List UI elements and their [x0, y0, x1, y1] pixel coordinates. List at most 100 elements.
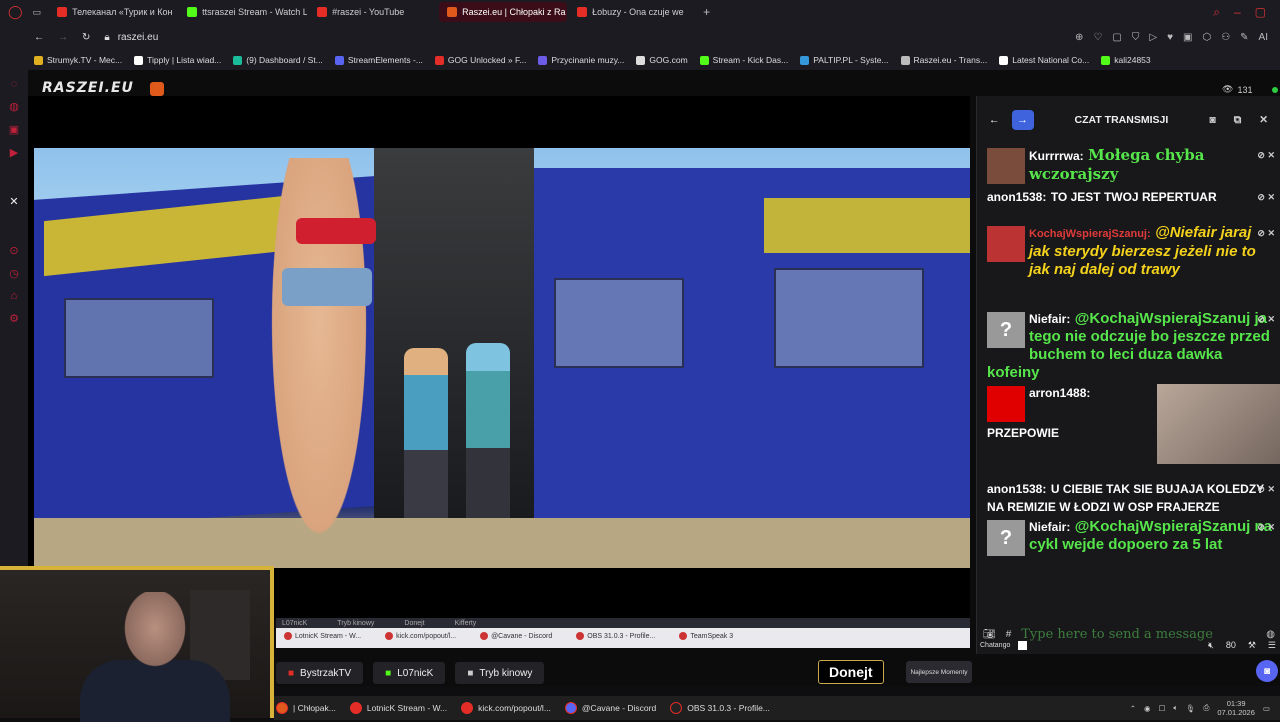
sidebar-history-icon[interactable]: ◷: [9, 267, 19, 280]
clock[interactable]: 01:39 07.01.2026: [1217, 699, 1255, 717]
reload-icon[interactable]: ↻: [82, 32, 90, 43]
chatango-label[interactable]: Chatango: [980, 642, 1010, 649]
tab-overview-icon[interactable]: ▭: [33, 7, 50, 18]
bookmark-item[interactable]: Latest National Co...: [999, 55, 1089, 65]
message-close-icon[interactable]: ⊘ ✕: [1257, 480, 1275, 498]
chat-image-embed[interactable]: [1157, 384, 1280, 464]
browser-tab[interactable]: ttsraszei Stream - Watch L: [179, 2, 307, 22]
viewer-count: 👁︎ 131: [1222, 84, 1252, 95]
chat-forward-button[interactable]: →: [1011, 110, 1034, 130]
back-icon[interactable]: ←: [34, 32, 44, 43]
message-close-icon[interactable]: ⊘ ✕: [1257, 224, 1275, 242]
chat-avatar[interactable]: ?: [987, 520, 1025, 556]
bookmark-item[interactable]: PALTIP.PL - Syste...: [800, 55, 889, 65]
menu-icon[interactable]: ☰: [1268, 640, 1276, 651]
shield-icon[interactable]: ⛉: [1132, 32, 1140, 43]
sidebar-pin-icon[interactable]: ⌂: [11, 290, 18, 302]
message-close-icon[interactable]: ⊘ ✕: [1257, 188, 1275, 206]
bookmark-item[interactable]: Strumyk.TV - Mec...: [34, 55, 122, 65]
chat-avatar[interactable]: [987, 226, 1025, 262]
popout-icon[interactable]: ⧉: [1234, 114, 1242, 127]
bookmark-item[interactable]: kali24853: [1101, 55, 1151, 65]
tray-chevron-icon[interactable]: ⌃: [1130, 704, 1136, 713]
sidebar-player-icon[interactable]: ⊙: [9, 244, 18, 257]
stream-link-button[interactable]: ■ Tryb kinowy: [455, 662, 545, 684]
bookmark-item[interactable]: Przycinanie muzy...: [538, 55, 624, 65]
mute-icon[interactable]: 🔇︎: [1208, 640, 1214, 651]
notification-icon[interactable]: ▭: [1263, 704, 1270, 713]
chat-author[interactable]: Kurrrrwa:: [1029, 149, 1084, 163]
chat-author[interactable]: KochajWspierajSzanuj:: [1029, 228, 1151, 240]
maximize-button[interactable]: ▢: [1255, 5, 1266, 20]
tab-favicon-icon: [447, 7, 458, 17]
stream-link-button[interactable]: ■ BystrzakTV: [276, 662, 364, 684]
heart-icon[interactable]: ♥: [1167, 32, 1173, 43]
vpn-icon[interactable]: ▣: [1183, 32, 1192, 43]
chat-message: KochajWspierajSzanuj: @Niefair jaraj jak…: [987, 224, 1275, 279]
message-close-icon[interactable]: ⊘ ✕: [1257, 310, 1275, 328]
tray-print-icon[interactable]: ⎙: [1203, 703, 1209, 713]
chat-avatar[interactable]: [987, 148, 1025, 184]
bookmark-item[interactable]: (9) Dashboard / St...: [233, 55, 323, 65]
forward-icon[interactable]: →: [58, 32, 68, 43]
chat-author[interactable]: Niefair:: [1029, 520, 1070, 534]
donate-button[interactable]: Donejt: [818, 660, 884, 684]
zoom-icon[interactable]: ⊕: [1075, 32, 1083, 43]
taskbar-item[interactable]: LotnicK Stream - W...: [349, 702, 447, 714]
tray-mic-icon[interactable]: 🎙︎: [1186, 704, 1196, 713]
tray-app-icon[interactable]: ◉: [1144, 704, 1151, 713]
taskbar-item[interactable]: @Cavane - Discord: [564, 702, 656, 714]
taskbar-item[interactable]: OBS 31.0.3 - Profile...: [670, 702, 770, 714]
sidebar-settings-icon[interactable]: ⚙: [9, 312, 19, 325]
extensions-icon[interactable]: ⬡: [1202, 32, 1211, 43]
close-icon[interactable]: ✕: [1259, 114, 1268, 127]
browser-tab[interactable]: Raszei.eu | Chłopaki z Ra: [439, 2, 568, 22]
stream-link-button[interactable]: ■ L07nicK: [373, 662, 446, 684]
video-frame[interactable]: [34, 148, 970, 568]
video-player[interactable]: [28, 96, 970, 620]
bookmark-item[interactable]: GOG Unlocked » F...: [434, 55, 526, 65]
sidebar-x-icon[interactable]: ✕: [9, 195, 18, 208]
sidebar-youtube-icon[interactable]: ▶: [10, 146, 18, 159]
tray-network-icon[interactable]: ☐: [1159, 704, 1166, 713]
browser-tab[interactable]: Łobuzy - Ona czuje we: [569, 2, 697, 22]
account-icon[interactable]: ⚇: [1221, 32, 1230, 43]
opera-logo-icon[interactable]: ◯: [0, 4, 33, 20]
chat-avatar[interactable]: ?: [987, 312, 1025, 348]
bookmark-item[interactable]: Raszei.eu - Trans...: [900, 55, 987, 65]
sidebar-workspace-icon[interactable]: ◍: [9, 100, 19, 113]
tools-icon[interactable]: ⚒: [1248, 640, 1256, 651]
browser-tab[interactable]: #raszei - YouTube: [309, 2, 437, 22]
browser-tab[interactable]: Телеканал «Турик и Кон: [49, 2, 177, 22]
taskbar-item[interactable]: kick.com/popout/l...: [461, 702, 551, 714]
search-tabs-icon[interactable]: ⌕: [1213, 5, 1220, 20]
bookmark-item[interactable]: StreamElements -...: [334, 55, 423, 65]
message-close-icon[interactable]: ⊘ ✕: [1257, 518, 1275, 536]
play-icon[interactable]: ▷: [1149, 32, 1157, 43]
discord-icon[interactable]: ◙: [1209, 114, 1215, 127]
bookmark-item[interactable]: Tipply | Lista wiad...: [134, 55, 221, 65]
ai-button[interactable]: AI: [1259, 32, 1268, 43]
chat-avatar[interactable]: [987, 386, 1025, 422]
pen-icon[interactable]: ✎: [1240, 32, 1248, 43]
sidebar-messenger-icon[interactable]: ▣: [9, 123, 19, 136]
chat-author[interactable]: Niefair:: [1029, 312, 1070, 326]
taskbar-item[interactable]: | Chłopak...: [276, 702, 336, 714]
site-logo[interactable]: RASZEI.EU: [42, 80, 134, 96]
address-bar[interactable]: 🔒︎ raszei.eu: [104, 32, 158, 43]
bookmark-item[interactable]: Stream - Kick Das...: [699, 55, 788, 65]
snapshot-icon[interactable]: ▢: [1112, 32, 1121, 43]
bookmark-item[interactable]: GOG.com: [636, 55, 688, 65]
sidebar-aria-icon[interactable]: ◌: [11, 78, 18, 90]
chat-author[interactable]: arron1488:: [1029, 386, 1090, 400]
chat-author[interactable]: anon1538:: [987, 482, 1046, 496]
new-tab-button[interactable]: +: [697, 5, 710, 19]
bookmark-icon[interactable]: ♡: [1093, 32, 1102, 43]
chat-author[interactable]: anon1538:: [987, 190, 1046, 204]
discord-floating-icon[interactable]: ◙: [1256, 660, 1278, 682]
message-close-icon[interactable]: ⊘ ✕: [1257, 146, 1275, 164]
chat-back-icon[interactable]: ←: [989, 114, 1000, 126]
tray-speaker-icon[interactable]: 🔈︎: [1173, 703, 1178, 713]
best-moments-button[interactable]: Najlepsze Momenty: [906, 661, 972, 683]
minimize-button[interactable]: –: [1234, 5, 1241, 20]
